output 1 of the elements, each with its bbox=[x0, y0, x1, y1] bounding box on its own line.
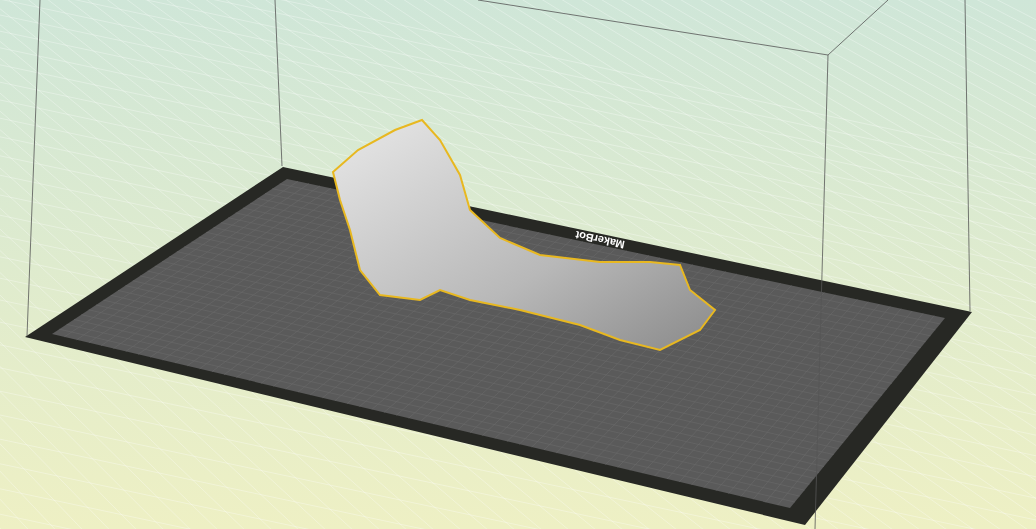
plate-label: MakerBot bbox=[574, 228, 626, 252]
